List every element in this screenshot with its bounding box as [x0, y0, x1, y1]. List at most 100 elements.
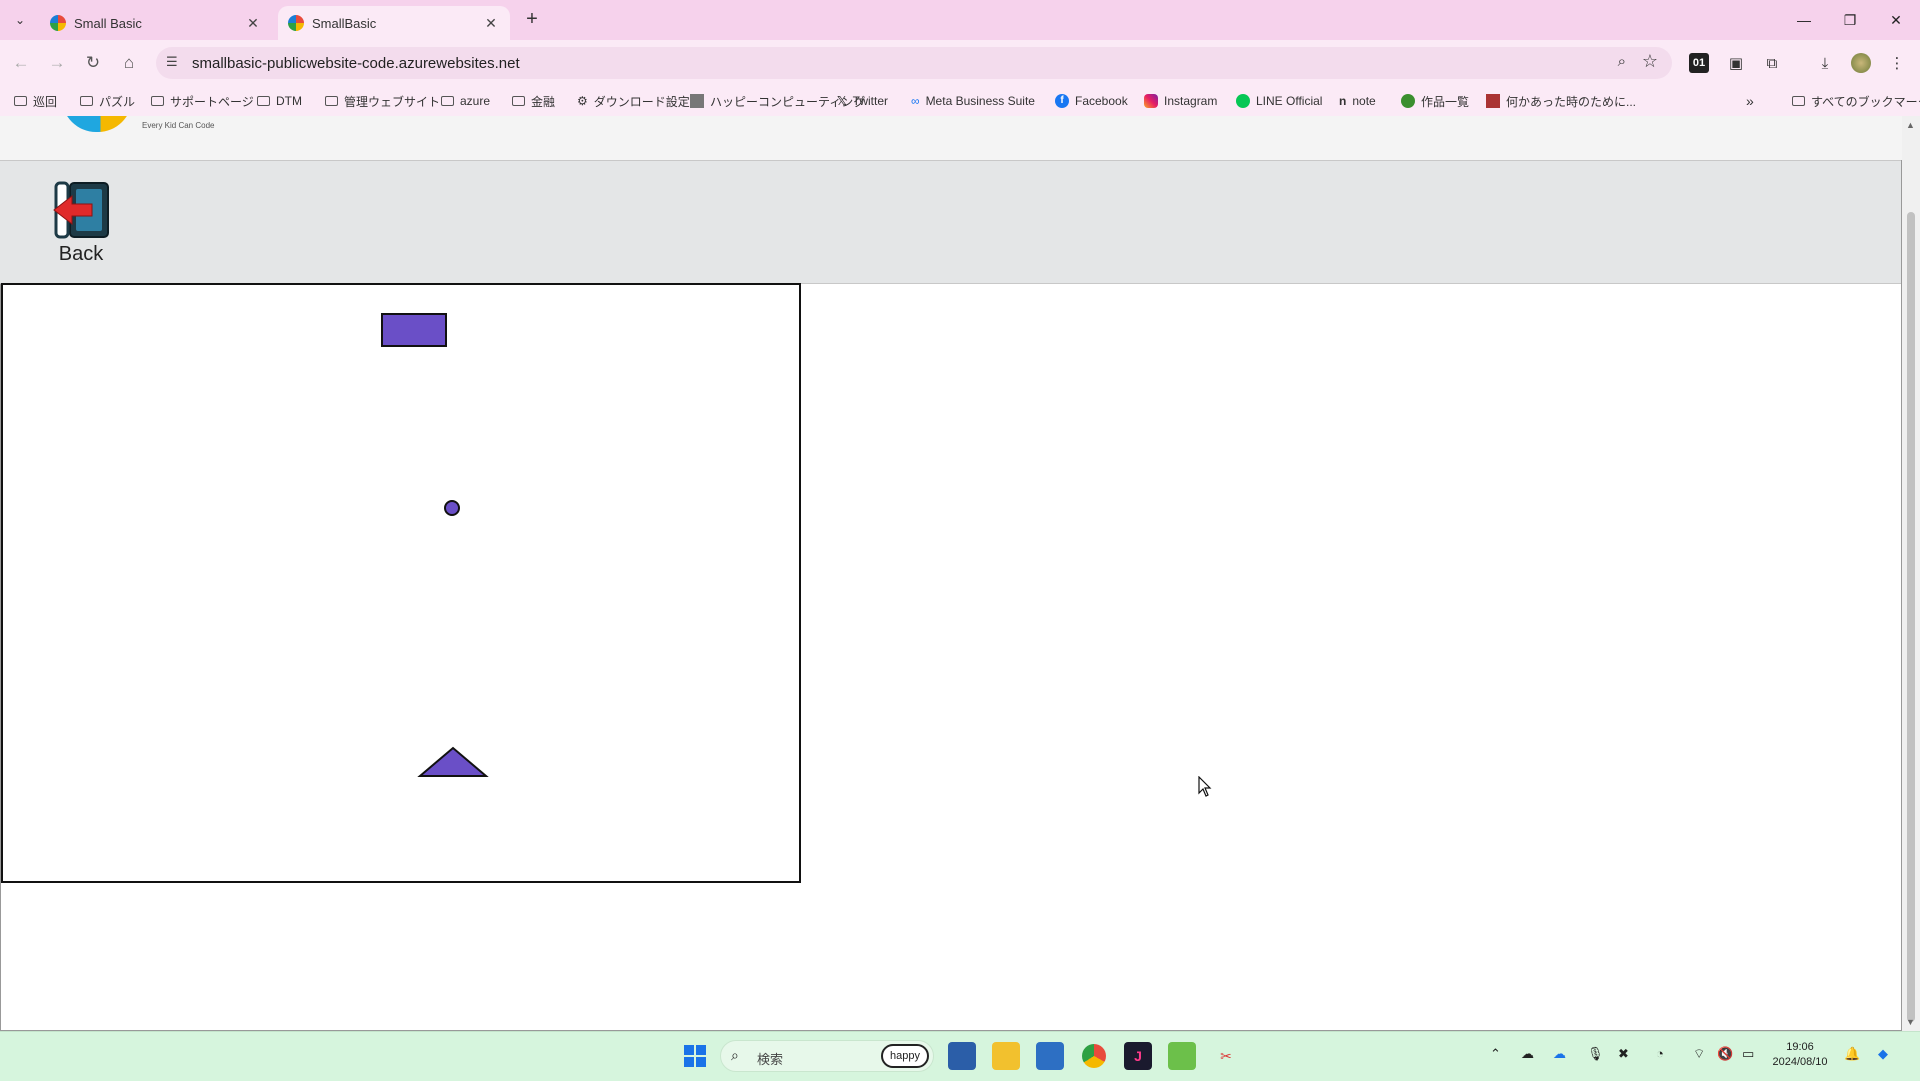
bookmark-link[interactable]: f Facebook [1055, 92, 1128, 110]
home-icon[interactable]: ⌂ [116, 50, 142, 76]
graphics-window-canvas[interactable] [1, 283, 801, 883]
reload-icon[interactable]: ↻ [80, 50, 106, 76]
close-window-icon[interactable]: ✕ [1874, 0, 1918, 40]
bookmark-folder[interactable]: 管理ウェブサイト [325, 92, 440, 110]
bookmark-link[interactable]: 作品一覧 [1401, 92, 1469, 110]
taskbar-search-placeholder: 検索 [757, 1052, 784, 1067]
onedrive-gray-icon[interactable]: ☁ [1521, 1046, 1534, 1062]
bookmark-label: ダウンロード設定 [593, 94, 690, 109]
restore-icon[interactable]: ❐ [1828, 0, 1872, 40]
bookmark-link[interactable]: 𝕏 Twitter [837, 92, 888, 110]
bookmark-label: Meta Business Suite [925, 94, 1035, 108]
bookmark-folder[interactable]: DTM [257, 92, 302, 110]
tray-overflow-chevron-icon[interactable]: ⌃ [1490, 1046, 1501, 1062]
back-arrow-icon[interactable]: ← [8, 50, 34, 76]
bookmark-label: 金融 [531, 94, 556, 109]
app-x-icon[interactable]: ✖ [1618, 1046, 1629, 1062]
zoom-icon[interactable]: ⌕ [1618, 53, 1626, 70]
back-button[interactable]: Back [46, 179, 116, 269]
outlook-icon[interactable] [1036, 1042, 1064, 1070]
taskbar-clock[interactable]: 19:06 2024/08/10 [1770, 1040, 1830, 1070]
logo-tagline: Every Kid Can Code [142, 121, 215, 130]
menu-kebab-icon[interactable]: ⋮ [1884, 50, 1910, 76]
bookmark-label: azure [460, 94, 491, 108]
bookmark-folder[interactable]: パズル [80, 92, 135, 110]
bookmark-label: 作品一覧 [1421, 94, 1470, 109]
bookmarks-bar: 巡回 パズル サポートページ DTM 管理ウェブサイト azure 金融 ⚙ ダウ… [0, 86, 1920, 116]
ball-circle [444, 500, 460, 516]
x-icon: 𝕏 [837, 94, 847, 108]
page-scrollbar[interactable]: ▲ ▼ [1902, 116, 1920, 1031]
extension-calendar-icon[interactable]: ▣ [1723, 50, 1749, 76]
onedrive-icon[interactable]: ☁ [1553, 1046, 1566, 1062]
bookmark-link[interactable]: Instagram [1144, 92, 1217, 110]
microphone-icon[interactable]: 🎙 [1587, 1046, 1604, 1062]
all-bookmarks-folder[interactable]: すべてのブックマーク [1792, 92, 1920, 110]
tab-favicon-icon [288, 15, 304, 31]
minimize-icon[interactable]: — [1782, 0, 1826, 40]
tab-smallbasic-active[interactable]: SmallBasic ✕ [278, 6, 510, 40]
tab-small-basic[interactable]: Small Basic ✕ [40, 6, 272, 40]
tab-close-icon[interactable]: ✕ [482, 15, 500, 32]
line-icon [1236, 94, 1250, 108]
store-icon[interactable] [948, 1042, 976, 1070]
bookmark-star-icon[interactable]: ☆ [1642, 51, 1658, 72]
forward-arrow-icon[interactable]: → [44, 50, 70, 76]
folder-icon [151, 96, 164, 106]
tab-favicon-icon [50, 15, 66, 31]
bookmark-folder[interactable]: azure [441, 92, 490, 110]
bookmarks-overflow-chevron-icon[interactable]: » [1746, 92, 1754, 110]
meta-icon: ∞ [911, 94, 920, 108]
search-icon: ⌕ [731, 1047, 739, 1063]
bookmark-link[interactable]: LINE Official [1236, 92, 1322, 110]
tab-title: Small Basic [74, 15, 142, 31]
extensions-puzzle-icon[interactable]: ⧉ [1759, 50, 1785, 76]
bookmark-folder[interactable]: 金融 [512, 92, 555, 110]
new-tab-button[interactable]: + [520, 8, 544, 32]
windows-start-icon[interactable] [681, 1042, 709, 1070]
taskbar-search-box[interactable]: ⌕ 検索 happy [720, 1040, 934, 1072]
app-k-icon[interactable] [1168, 1042, 1196, 1070]
bookmark-label: Instagram [1164, 94, 1218, 108]
paddle-rectangle [381, 313, 447, 347]
notification-bell-icon[interactable]: 🔔 [1844, 1046, 1860, 1062]
site-info-icon[interactable]: ☰ [166, 54, 178, 70]
file-explorer-icon[interactable] [992, 1042, 1020, 1070]
bookmark-label: LINE Official [1256, 94, 1323, 108]
folder-icon [80, 96, 93, 106]
bookmark-link[interactable]: n note [1339, 92, 1376, 110]
address-bar[interactable]: ☰ smallbasic-publicwebsite-code.azureweb… [156, 47, 1672, 79]
bookmark-label: 管理ウェブサイト [344, 94, 441, 109]
jetbrains-icon[interactable]: J [1124, 1042, 1152, 1070]
bookmark-label: Twitter [852, 94, 889, 108]
profile-avatar-icon[interactable] [1848, 50, 1874, 76]
tab-search-chevron-icon[interactable]: ⌄ [8, 8, 32, 32]
bookmark-link[interactable]: ⚙ ダウンロード設定 [577, 92, 690, 110]
address-url[interactable]: smallbasic-publicwebsite-code.azurewebsi… [192, 55, 520, 72]
chrome-icon[interactable] [1080, 1042, 1108, 1070]
extension-01-icon[interactable]: 01 [1689, 53, 1709, 73]
facebook-icon: f [1055, 94, 1069, 108]
snipping-tool-icon[interactable]: ✂ [1212, 1042, 1240, 1070]
site-icon [1486, 94, 1500, 108]
bookmark-label: 巡回 [33, 94, 58, 109]
bookmark-link[interactable]: ∞ Meta Business Suite [911, 92, 1035, 110]
clock-app-icon[interactable]: ◔ [1656, 1046, 1664, 1061]
bookmark-folder[interactable]: サポートページ [151, 92, 254, 110]
tab-title: SmallBasic [312, 15, 377, 31]
bookmark-label: DTM [276, 94, 302, 108]
bookmark-folder[interactable]: 巡回 [14, 92, 57, 110]
clock-time: 19:06 [1786, 1041, 1814, 1053]
wifi-icon[interactable]: ⌔ [1693, 1046, 1705, 1062]
bookmark-link[interactable]: 何かあった時のために... [1486, 92, 1636, 110]
program-toolbar: Back [0, 160, 1902, 284]
volume-muted-icon[interactable]: 🔇 [1717, 1046, 1733, 1062]
clock-date: 2024/08/10 [1772, 1056, 1828, 1068]
battery-icon[interactable]: ▭ [1742, 1046, 1754, 1062]
copilot-icon[interactable]: ◆ [1878, 1046, 1888, 1062]
download-icon[interactable]: ⤓ [1812, 50, 1838, 76]
tab-close-icon[interactable]: ✕ [244, 15, 262, 32]
scroll-up-icon[interactable]: ▲ [1906, 120, 1915, 130]
scrollbar-thumb[interactable] [1907, 212, 1915, 1022]
scroll-down-icon[interactable]: ▼ [1906, 1017, 1915, 1027]
